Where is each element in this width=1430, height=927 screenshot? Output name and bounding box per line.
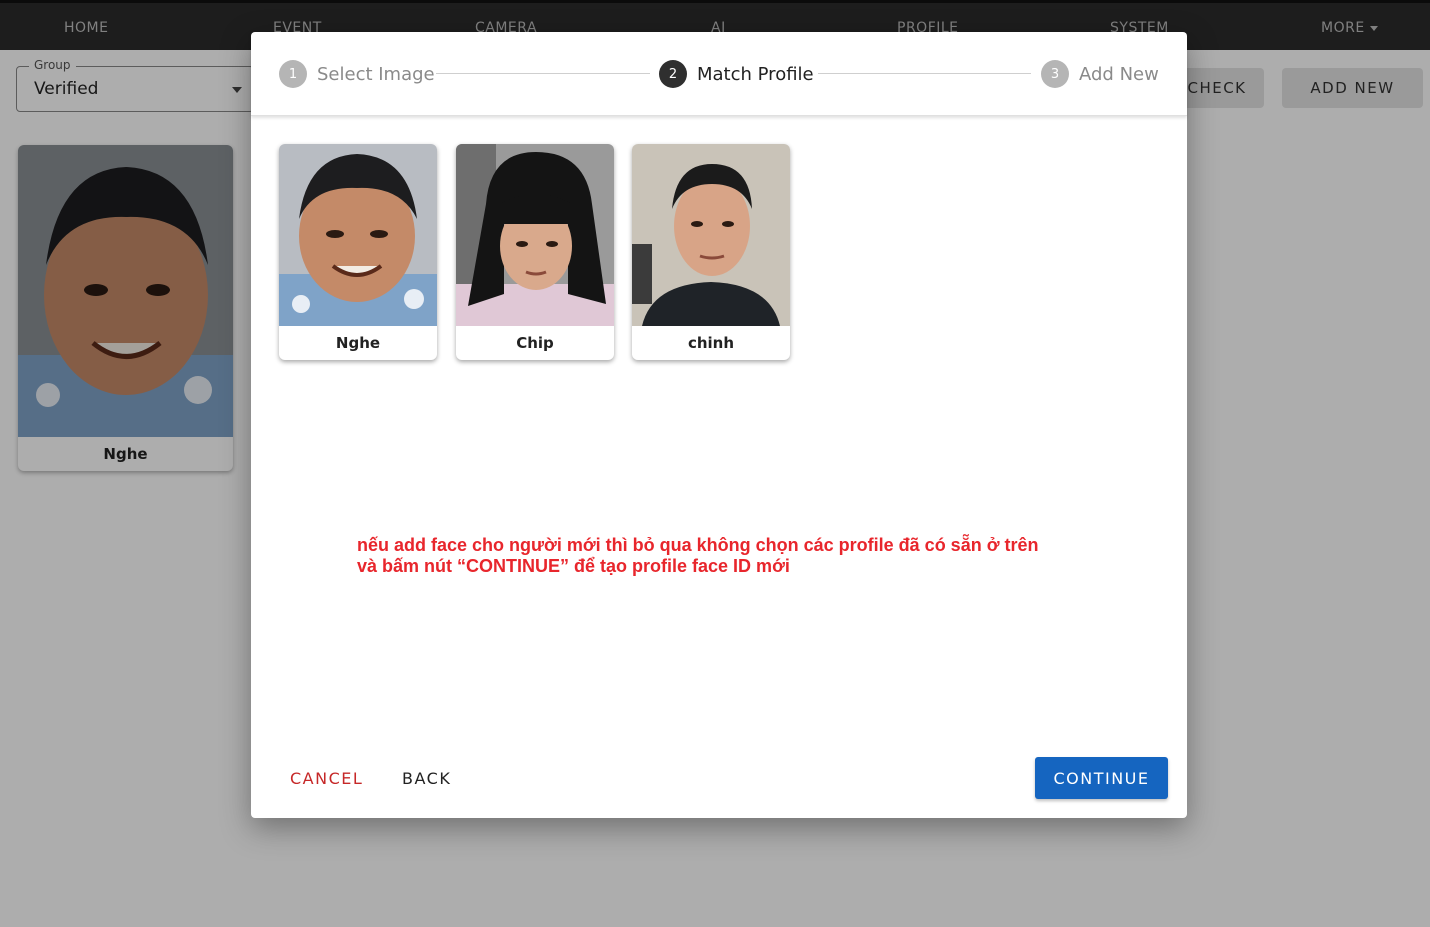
step-label: Match Profile	[697, 63, 814, 85]
profile-card-chinh[interactable]: chinh	[632, 144, 790, 360]
match-profile-dialog: 1 Select Image 2 Match Profile 3 Add New…	[251, 32, 1187, 818]
step-number: 1	[279, 60, 307, 88]
profile-card-chip[interactable]: Chip	[456, 144, 614, 360]
step-number: 3	[1041, 60, 1069, 88]
profile-name: Chip	[516, 334, 554, 352]
continue-button[interactable]: CONTINUE	[1035, 757, 1168, 799]
step-label: Select Image	[317, 63, 435, 85]
profile-name: chinh	[687, 334, 735, 352]
step-label: Add New	[1079, 63, 1159, 85]
profile-photo	[456, 144, 614, 326]
step-connector	[818, 73, 1031, 74]
profile-photo	[632, 144, 790, 326]
profile-card-nghe[interactable]: Nghe	[279, 144, 437, 360]
instruction-note-line-2: và bấm nút “CONTINUE” để tạo profile fac…	[357, 556, 790, 576]
profile-photo	[279, 144, 437, 326]
stepper: 1 Select Image 2 Match Profile 3 Add New	[251, 32, 1187, 116]
step-connector	[436, 73, 650, 74]
step-add-new: 3 Add New	[1041, 60, 1159, 88]
instruction-note-line-1: nếu add face cho người mới thì bỏ qua kh…	[357, 535, 1039, 555]
instruction-note: nếu add face cho người mới thì bỏ qua kh…	[357, 535, 1117, 577]
step-select-image: 1 Select Image	[279, 60, 435, 88]
cancel-button[interactable]: CANCEL	[290, 760, 363, 796]
profile-name: Nghe	[335, 334, 381, 352]
back-button[interactable]: BACK	[402, 760, 451, 796]
step-number: 2	[659, 60, 687, 88]
step-match-profile: 2 Match Profile	[659, 60, 814, 88]
